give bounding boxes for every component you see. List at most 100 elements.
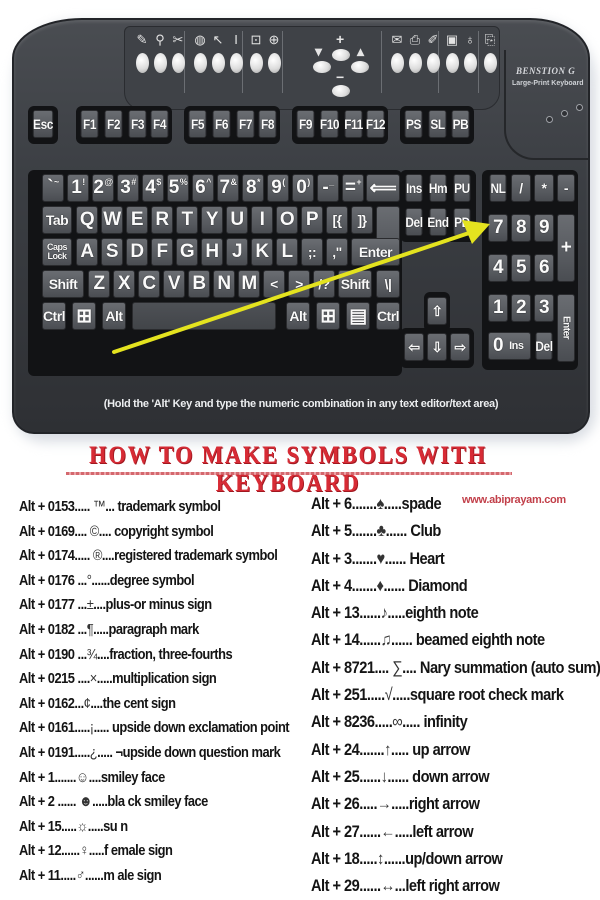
key-f10[interactable]: F10 — [320, 110, 340, 138]
key-shift-left[interactable]: Shift — [42, 270, 84, 298]
key-num-7[interactable]: 7 — [488, 214, 508, 242]
key-e[interactable]: E — [126, 206, 148, 234]
key-arrow-up[interactable]: ⇧ — [427, 297, 447, 325]
key-esc[interactable]: Esc — [32, 110, 53, 138]
key-caps-lock[interactable]: Caps Lock — [42, 238, 72, 266]
key-quote[interactable]: ," — [326, 238, 348, 266]
key-comma[interactable]: < — [263, 270, 285, 298]
key-f8[interactable]: F8 — [258, 110, 277, 138]
key-z[interactable]: Z — [88, 270, 110, 298]
hotkey-help[interactable]: ⎘ — [479, 31, 501, 73]
key-right-bracket[interactable]: ]} — [351, 206, 373, 234]
key-windows-left[interactable]: ⊞ — [72, 302, 96, 330]
key-8[interactable]: 8 * — [242, 174, 264, 202]
hotkey-button[interactable] — [426, 53, 440, 73]
hotkey-button[interactable] — [153, 53, 167, 73]
key-page-down[interactable]: PD — [453, 208, 471, 236]
key-equals[interactable]: = + — [342, 174, 364, 202]
key-c[interactable]: C — [138, 270, 160, 298]
key-insert[interactable]: Ins — [405, 174, 423, 202]
key-scroll-lock[interactable]: SL — [428, 110, 447, 138]
key-f7[interactable]: F7 — [236, 110, 255, 138]
key-2[interactable]: 2 @ — [92, 174, 114, 202]
key-s[interactable]: S — [101, 238, 123, 266]
key-f3[interactable]: F3 — [128, 110, 147, 138]
hotkey-button[interactable] — [408, 53, 422, 73]
hotkey-button[interactable] — [267, 53, 281, 73]
key-5[interactable]: 5% — [167, 174, 189, 202]
key-minus[interactable]: - _ — [317, 174, 339, 202]
key-t[interactable]: T — [176, 206, 198, 234]
key-u[interactable]: U — [226, 206, 248, 234]
key-a[interactable]: A — [76, 238, 98, 266]
key-page-up[interactable]: PU — [453, 174, 471, 202]
hotkey-button[interactable] — [390, 53, 404, 73]
key-i[interactable]: I — [251, 206, 273, 234]
key-delete[interactable]: Del — [405, 208, 423, 236]
key-f[interactable]: F — [151, 238, 173, 266]
key-period[interactable]: > — [288, 270, 310, 298]
hotkey-button[interactable] — [483, 53, 497, 73]
scroll-up-button[interactable] — [351, 61, 369, 73]
key-num-lock[interactable]: NL — [489, 174, 507, 202]
hotkey-zoom-web[interactable]: ⊕ — [263, 31, 285, 73]
key-home[interactable]: Hm — [429, 174, 448, 202]
key-f11[interactable]: F11 — [344, 110, 363, 138]
key-arrow-right[interactable]: ⇨ — [450, 333, 470, 361]
key-arrow-left[interactable]: ⇦ — [404, 333, 424, 361]
key-9[interactable]: 9( — [267, 174, 289, 202]
key-backslash[interactable]: \| — [376, 270, 400, 298]
key-backspace[interactable]: ⟸ — [366, 174, 400, 202]
hotkey-button[interactable] — [211, 53, 225, 73]
key-num-multiply[interactable]: * — [534, 174, 554, 202]
key-space[interactable] — [132, 302, 276, 330]
key-pause-break[interactable]: PB — [451, 110, 470, 138]
key-print-screen[interactable]: PS — [404, 110, 423, 138]
key-num-5[interactable]: 5 — [511, 254, 531, 282]
hotkey-button[interactable] — [249, 53, 263, 73]
hotkey-button[interactable] — [193, 53, 207, 73]
hotkey-button[interactable] — [171, 53, 185, 73]
key-y[interactable]: Y — [201, 206, 223, 234]
key-x[interactable]: X — [113, 270, 135, 298]
key-f1[interactable]: F1 — [80, 110, 99, 138]
key-menu[interactable]: ▤ — [346, 302, 370, 330]
key-backtick[interactable]: ` ~ — [42, 174, 64, 202]
key-windows-right[interactable]: ⊞ — [316, 302, 340, 330]
key-num-plus[interactable]: + — [557, 214, 575, 282]
key-slash[interactable]: /? — [313, 270, 335, 298]
key-j[interactable]: J — [226, 238, 248, 266]
key-arrow-down[interactable]: ⇩ — [427, 333, 447, 361]
key-num-divide[interactable]: / — [511, 174, 531, 202]
key-7[interactable]: 7 & — [217, 174, 239, 202]
hotkey-button[interactable] — [445, 53, 459, 73]
key-k[interactable]: K — [251, 238, 273, 266]
key-0[interactable]: 0) — [292, 174, 314, 202]
key-n[interactable]: N — [213, 270, 235, 298]
key-6[interactable]: 6 ^ — [192, 174, 214, 202]
key-v[interactable]: V — [163, 270, 185, 298]
key-tab[interactable]: Tab — [42, 206, 72, 234]
key-num-2[interactable]: 2 — [511, 294, 531, 322]
key-m[interactable]: M — [238, 270, 260, 298]
key-enter[interactable]: Enter — [351, 238, 400, 266]
key-w[interactable]: W — [101, 206, 123, 234]
key-left-bracket[interactable]: [{ — [326, 206, 348, 234]
hotkey-power[interactable]: ♁ — [459, 31, 481, 73]
key-num-3[interactable]: 3 — [534, 294, 554, 322]
key-b[interactable]: B — [188, 270, 210, 298]
key-num-9[interactable]: 9 — [534, 214, 554, 242]
key-num-0[interactable]: 0 Ins — [488, 332, 531, 360]
key-3[interactable]: 3 # — [117, 174, 139, 202]
zoom-out-button[interactable] — [332, 85, 350, 97]
key-ctrl-right[interactable]: Ctrl — [376, 302, 400, 330]
key-num-4[interactable]: 4 — [488, 254, 508, 282]
scroll-down-button[interactable] — [313, 61, 331, 73]
key-end[interactable]: End — [427, 208, 449, 236]
key-r[interactable]: R — [151, 206, 173, 234]
key-l[interactable]: L — [276, 238, 298, 266]
hotkey-button[interactable] — [135, 53, 149, 73]
key-4[interactable]: 4 $ — [142, 174, 164, 202]
key-f2[interactable]: F2 — [104, 110, 123, 138]
key-ctrl-left[interactable]: Ctrl — [42, 302, 66, 330]
